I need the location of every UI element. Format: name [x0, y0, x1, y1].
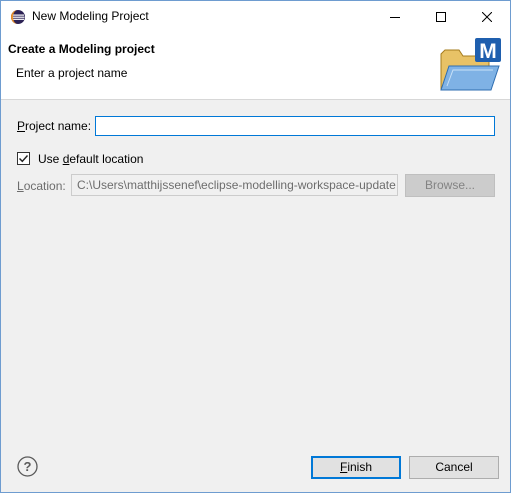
- checkmark-icon: [19, 155, 29, 163]
- window-title: New Modeling Project: [32, 9, 149, 23]
- wizard-title: Create a Modeling project: [8, 42, 155, 56]
- help-button[interactable]: ?: [17, 456, 38, 477]
- title-bar[interactable]: New Modeling Project: [1, 1, 510, 32]
- svg-text:?: ?: [24, 459, 32, 474]
- project-name-input[interactable]: [95, 116, 495, 136]
- eclipse-icon: [10, 9, 26, 25]
- wizard-message: Enter a project name: [16, 66, 128, 80]
- dialog-window: New Modeling Project Create a Modeling p…: [0, 0, 511, 493]
- browse-button[interactable]: Browse...: [405, 174, 495, 197]
- close-button[interactable]: [464, 1, 510, 32]
- project-name-label: Project name:: [17, 119, 92, 133]
- wizard-header: Create a Modeling project Enter a projec…: [1, 32, 510, 100]
- maximize-icon: [436, 11, 446, 22]
- cancel-button[interactable]: Cancel: [409, 456, 499, 479]
- use-default-location-checkbox[interactable]: [17, 152, 30, 165]
- close-icon: [482, 11, 492, 22]
- location-field: C:\Users\matthijssenef\eclipse-modelling…: [71, 174, 398, 196]
- finish-button[interactable]: Finish: [311, 456, 401, 479]
- minimize-button[interactable]: [372, 1, 418, 32]
- header-image-letter: M: [479, 40, 497, 63]
- location-label: Location:: [17, 179, 66, 193]
- modeling-project-folder-icon: M: [437, 38, 501, 94]
- maximize-button[interactable]: [418, 1, 464, 32]
- help-icon: ?: [17, 456, 38, 477]
- minimize-icon: [390, 16, 400, 18]
- use-default-location-label[interactable]: Use default location: [38, 152, 143, 166]
